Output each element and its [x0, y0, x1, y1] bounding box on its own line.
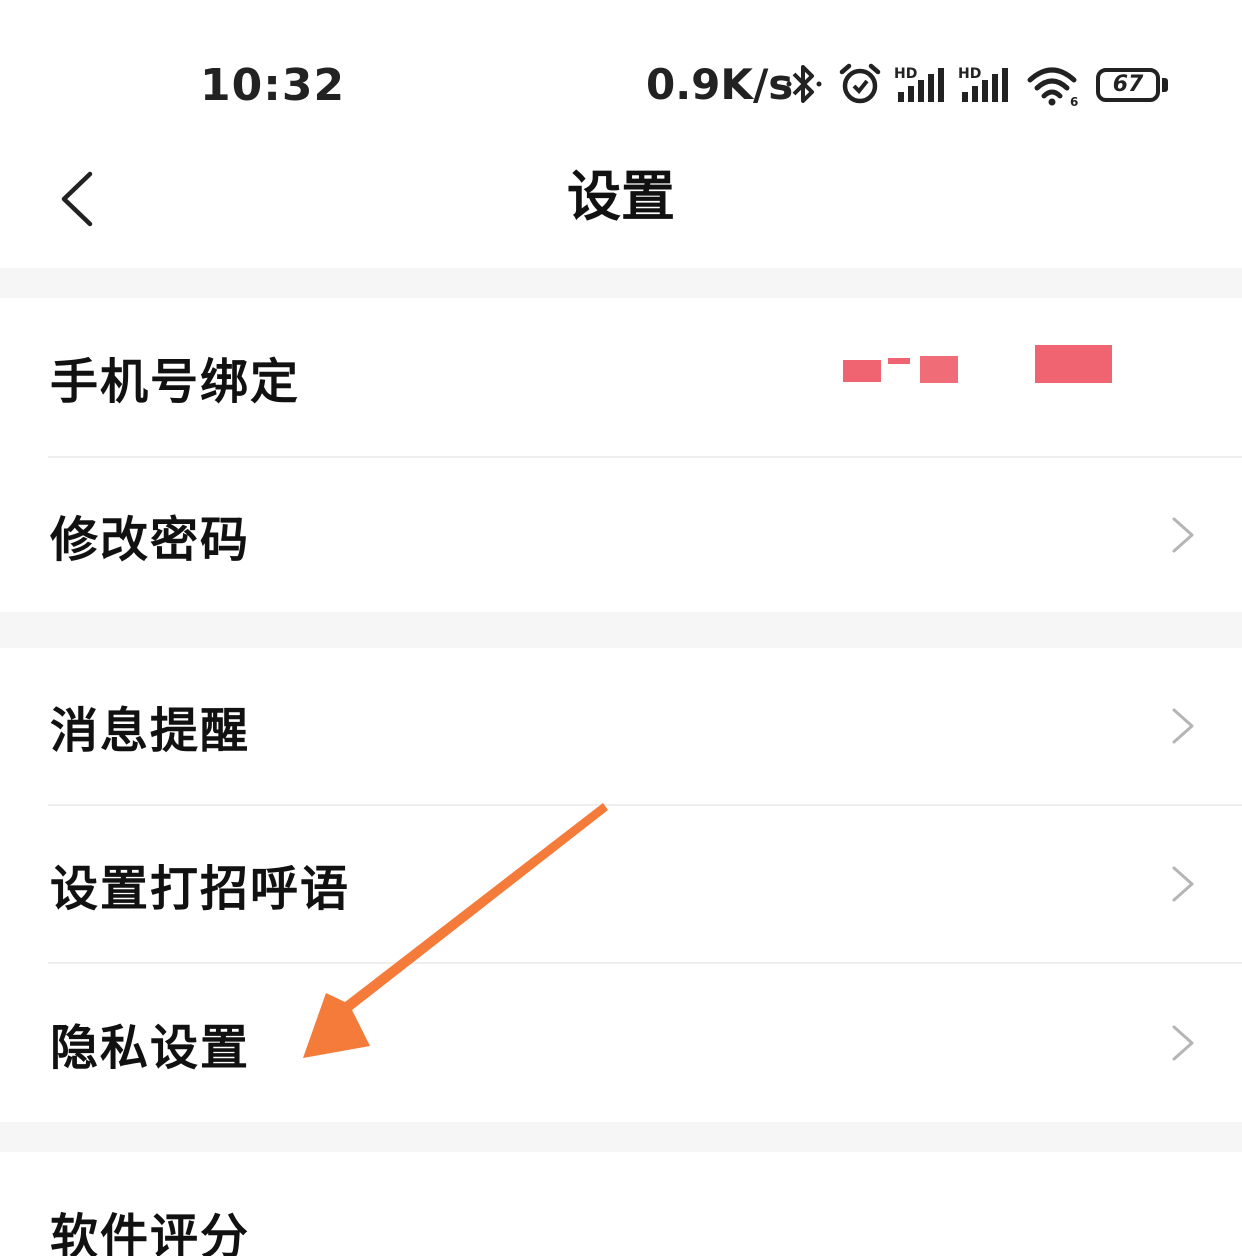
redacted-phone — [1035, 345, 1112, 383]
phone-binding-label: 手机号绑定 — [50, 354, 301, 410]
change-password-row[interactable]: 修改密码 — [0, 458, 1242, 612]
chevron-right-icon — [1172, 708, 1194, 744]
page-title: 设置 — [567, 165, 675, 228]
section-gap — [0, 1122, 1242, 1152]
section-gap — [0, 612, 1242, 648]
section-gap — [0, 268, 1242, 298]
chevron-left-icon — [61, 171, 93, 227]
battery-icon: 67 — [1096, 68, 1160, 102]
settings-screen: 10:32 0.9K/s HD HD 6 67 设置 手机号绑定 修改密码 消息… — [0, 0, 1242, 1256]
change-password-label: 修改密码 — [50, 512, 251, 568]
privacy-row[interactable]: 隐私设置 — [0, 964, 1242, 1122]
wifi-icon: 6 — [1027, 67, 1078, 108]
redacted-phone — [843, 360, 881, 382]
rate-app-label: 软件评分 — [50, 1209, 251, 1256]
chevron-right-icon — [1172, 866, 1194, 902]
svg-text:HD: HD — [958, 66, 981, 82]
nav-bar: 设置 — [0, 140, 1242, 268]
chevron-right-icon — [1172, 517, 1194, 553]
redacted-phone — [888, 358, 910, 364]
network-speed: 0.9K/s — [646, 60, 794, 109]
greeting-row[interactable]: 设置打招呼语 — [0, 806, 1242, 962]
greeting-label: 设置打招呼语 — [50, 861, 351, 917]
status-bar: 10:32 0.9K/s HD HD 6 67 — [0, 0, 1242, 140]
chevron-right-icon — [1172, 1025, 1194, 1061]
signal-hd-icon: HD — [894, 66, 944, 102]
svg-text:6: 6 — [1070, 95, 1078, 108]
svg-text:HD: HD — [894, 66, 917, 82]
bluetooth-icon — [786, 65, 822, 103]
battery-tip — [1162, 78, 1168, 92]
status-time: 10:32 — [200, 60, 346, 111]
notification-label: 消息提醒 — [50, 703, 251, 759]
back-button[interactable] — [44, 162, 124, 242]
rate-app-row[interactable]: 软件评分 — [0, 1152, 1242, 1256]
signal-hd-icon: HD — [958, 66, 1008, 102]
alarm-icon — [839, 63, 881, 104]
privacy-label: 隐私设置 — [50, 1020, 251, 1076]
notification-row[interactable]: 消息提醒 — [0, 648, 1242, 804]
redacted-phone — [920, 356, 958, 383]
